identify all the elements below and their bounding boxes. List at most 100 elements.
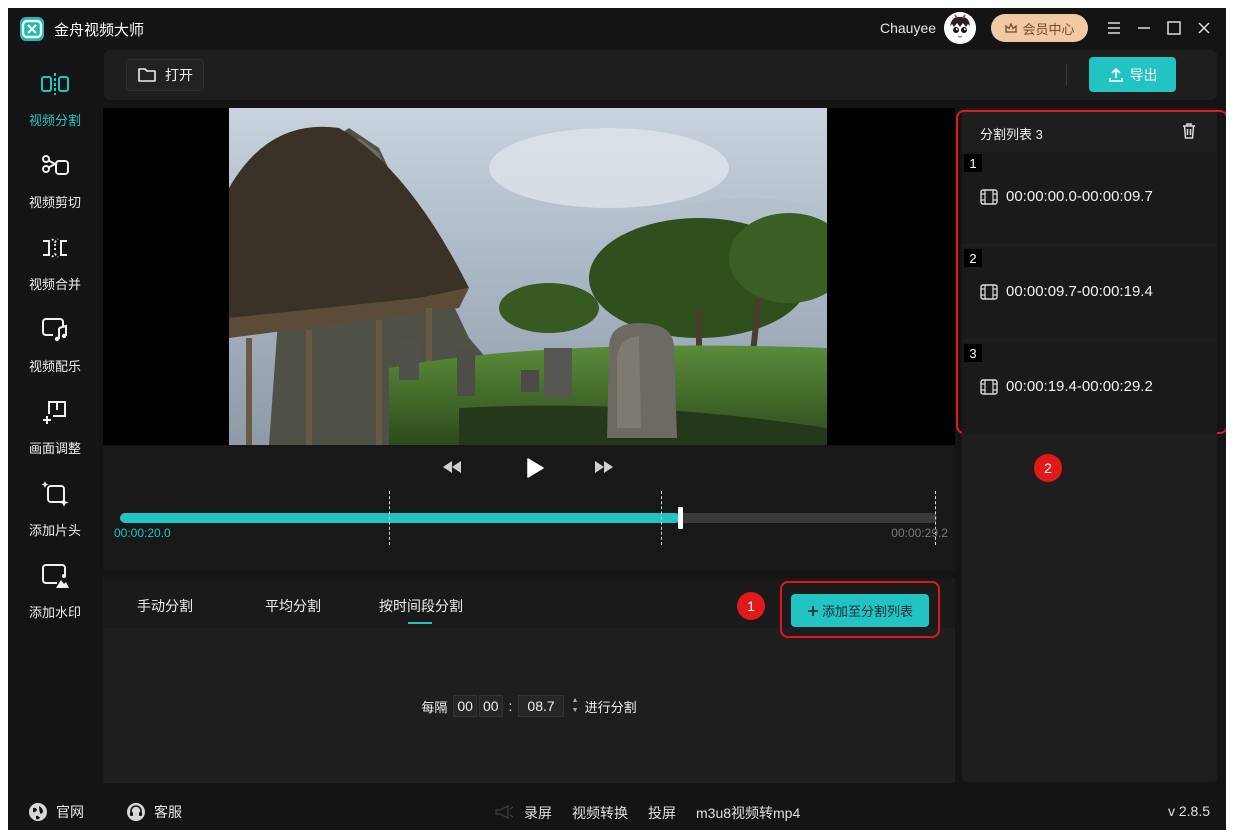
menu-icon[interactable] [1102,16,1126,40]
sidebar-item-label: 添加水印 [28,605,81,620]
tool-link-video-convert[interactable]: 视频转换 [572,803,628,823]
image-watermark-icon [42,564,69,588]
sidebar-item-add-watermark[interactable]: 添加水印 [8,560,102,630]
split-list-panel: 分割列表 3 1 00:00:00.0-00:00:09.7 2 00:00:0… [956,108,1226,782]
interval-minutes-field[interactable]: 00 [478,695,503,717]
tool-link-screen-record[interactable]: 录屏 [524,803,552,823]
open-file-button[interactable]: 打开 [126,59,204,91]
split-list-item[interactable]: 3 00:00:19.4-00:00:29.2 [962,342,1217,434]
split-list-title: 分割列表 3 [980,127,1043,142]
sidebar-item-video-music[interactable]: 视频配乐 [8,314,102,384]
film-icon [980,188,998,205]
time-separator: : [508,698,513,714]
interval-hours-field[interactable]: 00 [453,695,477,717]
segment-range: 00:00:00.0-00:00:09.7 [1006,188,1153,205]
plus-icon [807,605,818,616]
add-button-highlight: 添加至分割列表 [780,581,940,638]
split-point-marker [389,491,391,545]
split-list-item[interactable]: 2 00:00:09.7-00:00:19.4 [962,247,1217,339]
rewind-icon[interactable] [441,456,463,478]
film-icon [980,378,998,395]
globe-icon [29,803,47,821]
split-list-header: 分割列表 3 [962,118,1217,152]
tab-average-split[interactable]: 平均分割 [265,596,321,616]
sidebar-item-label: 视频分割 [28,113,81,128]
current-time: 00:00:20.0 [114,526,171,540]
tab-manual-split[interactable]: 手动分割 [137,596,193,616]
app-title: 金舟视频大师 [54,22,145,39]
username[interactable]: Chauyee [880,20,936,36]
sidebar-item-video-merge[interactable]: 视频合并 [8,232,102,302]
website-link[interactable]: 官网 [28,802,84,822]
export-label: 导出 [1129,66,1158,83]
tab-time-interval-split[interactable]: 按时间段分割 [379,596,463,616]
sidebar-item-picture-adjust[interactable]: 画面调整 [8,396,102,466]
segment-index: 3 [964,344,982,362]
active-tab-indicator [408,622,432,624]
segment-range: 00:00:19.4-00:00:29.2 [1006,378,1153,395]
split-icon [41,73,69,95]
fast-forward-icon[interactable] [593,456,615,478]
crop-adjust-icon [43,401,66,424]
split-list-item[interactable]: 1 00:00:00.0-00:00:09.7 [962,152,1217,244]
sparkle-frame-icon [41,481,69,507]
interval-prefix: 每隔 [421,699,448,715]
progress-fill [120,513,680,523]
sidebar-item-label: 视频合并 [28,277,81,292]
progress-track[interactable] [120,513,937,523]
toolbar-divider [1066,64,1067,86]
annotation-marker-2: 2 [1034,454,1062,482]
status-bar: 官网 客服 录屏 视频转换 投屏 m3u8视频转mp4 v 2.8.5 [8,792,1226,830]
segment-index: 2 [964,249,982,267]
interval-setting: 每隔 00 00 : 08.7 ▲ ▼ 进行分割 [103,694,955,718]
upload-icon [1108,67,1123,82]
support-label: 客服 [154,804,182,820]
music-note-icon [42,318,67,342]
scissors-icon [42,155,69,175]
top-toolbar: 打开 导出 [104,50,1217,100]
minimize-icon[interactable] [1132,16,1156,40]
export-button[interactable]: 导出 [1089,57,1176,92]
version-label: v 2.8.5 [1167,803,1210,819]
support-link[interactable]: 客服 [126,802,182,822]
app-logo-icon [20,17,44,41]
add-to-split-list-button[interactable]: 添加至分割列表 [791,594,929,627]
split-mode-tabs: 手动分割 平均分割 按时间段分割 1 添加至分割列表 [103,578,955,638]
vip-center-button[interactable]: 会员中心 [991,14,1088,42]
segment-range: 00:00:09.7-00:00:19.4 [1006,283,1153,300]
film-icon [980,283,998,300]
headset-icon [127,803,145,821]
interval-stepper[interactable]: ▲ ▼ [572,697,579,715]
tool-link-m3u8-to-mp4[interactable]: m3u8视频转mp4 [696,803,800,823]
open-file-label: 打开 [165,67,193,83]
interval-suffix: 进行分割 [584,699,637,715]
video-viewport [103,108,955,445]
trash-icon[interactable] [1181,122,1197,145]
tool-link-screen-cast[interactable]: 投屏 [648,803,676,823]
avatar[interactable] [944,12,976,44]
sidebar-item-label: 添加片头 [28,523,81,538]
video-frame [229,108,827,445]
stepper-up-icon[interactable]: ▲ [572,697,579,705]
crown-icon [1005,22,1018,33]
sidebar-item-video-split[interactable]: 视频分割 [8,68,102,138]
playhead-handle[interactable] [677,507,683,529]
vip-center-label: 会员中心 [1022,21,1075,37]
maximize-icon[interactable] [1162,16,1186,40]
play-icon[interactable] [523,456,547,480]
sidebar-item-add-intro[interactable]: 添加片头 [8,478,102,548]
sidebar-item-video-cut[interactable]: 视频剪切 [8,150,102,220]
megaphone-icon [495,804,514,820]
interval-seconds-field[interactable]: 08.7 [518,695,564,717]
add-to-split-list-label: 添加至分割列表 [821,604,913,619]
segment-index: 1 [964,154,982,172]
close-icon[interactable] [1192,16,1216,40]
folder-icon [138,68,156,82]
website-label: 官网 [56,804,84,820]
sidebar-item-label: 视频配乐 [28,359,81,374]
sidebar-item-label: 画面调整 [28,441,81,456]
stepper-down-icon[interactable]: ▼ [572,707,579,715]
sidebar-item-label: 视频剪切 [28,195,81,210]
video-player: 00:00:20.0 00:00:29.2 [103,108,955,570]
title-bar: 金舟视频大师 Chauyee 会员中心 [8,8,1226,48]
